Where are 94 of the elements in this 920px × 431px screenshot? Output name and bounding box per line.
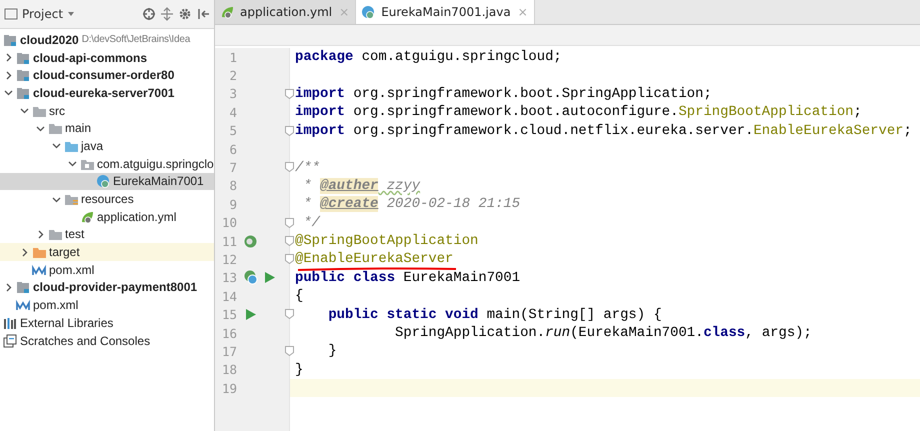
folder-icon [48, 227, 62, 242]
settings-icon[interactable] [178, 7, 192, 21]
code-line: @EnableEurekaServer [295, 251, 454, 268]
tree-item[interactable]: cloud2020 D:\devSoft\JetBrains\Idea [0, 31, 214, 49]
folder-icon [48, 121, 62, 136]
code-line: } [327, 343, 337, 360]
code-line: import org.springframework.boot.autoconfigure.SpringBootApplication; [295, 104, 862, 120]
tree-item[interactable]: cloud-api-commons [0, 48, 214, 66]
leaf-icon [220, 5, 234, 19]
scratch-file-icon [3, 334, 17, 348]
line-number: 16 [220, 326, 237, 341]
tree-item[interactable]: EurekaMain7001 [0, 172, 214, 190]
code-line: public class EurekaMain7001 [295, 270, 520, 286]
maven-icon [16, 298, 30, 312]
fold-marker-icon[interactable] [285, 88, 294, 99]
tree-item[interactable]: cloud-consumer-order80 [0, 66, 214, 84]
collapse-icon[interactable] [160, 7, 174, 21]
code-line: import org.springframework.cloud.netflix.eureka.server.EnableEurekaServer; [295, 122, 912, 139]
tree-item[interactable]: test [0, 226, 214, 244]
tree-item[interactable]: External Libraries [0, 314, 214, 332]
editor-tab[interactable]: EurekaMain7001.java × [356, 0, 535, 24]
code-line: */ [302, 214, 320, 231]
class-bean-icon[interactable] [243, 270, 258, 286]
line-number: 11 [220, 234, 237, 249]
fold-marker-icon[interactable] [285, 162, 294, 172]
line-number: 15 [220, 307, 237, 322]
fold-marker-icon[interactable] [285, 254, 294, 264]
code-line: * @auther zzyy [302, 178, 420, 194]
line-number: 1 [228, 50, 237, 65]
code-line: import org.springframework.boot.SpringApplication; [295, 86, 712, 102]
run-icon[interactable] [262, 270, 277, 286]
fold-marker-icon[interactable] [285, 309, 294, 320]
bean-icon[interactable] [243, 234, 258, 249]
tree-item[interactable]: com.atguigu.springclo [0, 154, 214, 172]
module-folder-icon [16, 280, 30, 294]
line-number: 7 [228, 160, 237, 176]
code-line: } [295, 362, 304, 378]
maven-icon [32, 262, 46, 277]
run-icon[interactable] [243, 307, 258, 322]
panel-title[interactable]: Project [22, 7, 64, 21]
window-icon [4, 7, 18, 21]
chevron-down-icon[interactable] [52, 194, 61, 204]
tree-item[interactable]: cloud-provider-payment8001 [0, 278, 214, 296]
tree-item[interactable]: resources [0, 190, 214, 208]
locate-icon[interactable] [142, 7, 156, 21]
line-number: 13 [220, 270, 237, 286]
fold-marker-icon[interactable] [285, 346, 294, 356]
tree-item[interactable]: java [0, 137, 214, 155]
line-number: 18 [220, 362, 237, 378]
code-line: @SpringBootApplication [295, 233, 478, 250]
code-line: public static void main(String[] args) { [327, 306, 662, 323]
chevron-right-icon[interactable] [4, 282, 13, 292]
path-text: D:\devSoft\JetBrains\Idea [82, 34, 190, 46]
module-folder-icon [16, 68, 30, 82]
line-number: 19 [220, 380, 237, 396]
editor-tab[interactable]: application.yml × [215, 0, 356, 24]
line-number: 9 [228, 196, 237, 212]
module-folder-icon [16, 50, 30, 65]
fold-marker-icon[interactable] [285, 236, 294, 246]
tree-item[interactable]: main [0, 119, 214, 138]
line-number: 3 [228, 86, 237, 102]
tree-item[interactable]: src [0, 102, 214, 120]
resource-folder-icon [64, 192, 78, 206]
leaf-icon [80, 210, 94, 224]
hide-icon[interactable] [196, 7, 210, 21]
code-line: { [295, 288, 304, 304]
tree-item[interactable]: application.yml [0, 208, 214, 226]
line-number: 5 [228, 123, 237, 138]
line-number: 17 [220, 344, 237, 359]
folder-icon [32, 245, 46, 260]
module-folder-icon [3, 32, 17, 47]
line-number: 4 [228, 104, 237, 120]
line-number: 2 [228, 68, 237, 84]
code-line: SpringApplication.run(EurekaMain7001.class, args); [394, 325, 812, 342]
class-icon [361, 5, 376, 19]
tree-item[interactable]: cloud-eureka-server7001 [0, 84, 214, 102]
code-line: package com.atguigu.springcloud; [295, 49, 562, 66]
fold-marker-icon[interactable] [285, 126, 294, 136]
line-number: 8 [228, 178, 237, 194]
tree-item[interactable]: pom.xml [0, 296, 214, 314]
caret-icon[interactable] [67, 10, 76, 18]
module-folder-icon [16, 86, 30, 100]
tree-item[interactable]: pom.xml [0, 260, 214, 279]
line-number: 12 [220, 252, 237, 267]
tree-item[interactable]: Scratches and Consoles [0, 332, 214, 350]
line-number: 6 [228, 142, 237, 157]
class-icon [96, 174, 110, 188]
code-line: /** [295, 160, 320, 176]
tree-item[interactable]: target [0, 243, 214, 261]
library-icon [3, 316, 17, 330]
code-line: * @create 2020-02-18 21:15 [302, 196, 520, 212]
line-number: 14 [220, 288, 237, 304]
fold-marker-icon[interactable] [285, 218, 294, 228]
line-number: 10 [220, 215, 237, 230]
